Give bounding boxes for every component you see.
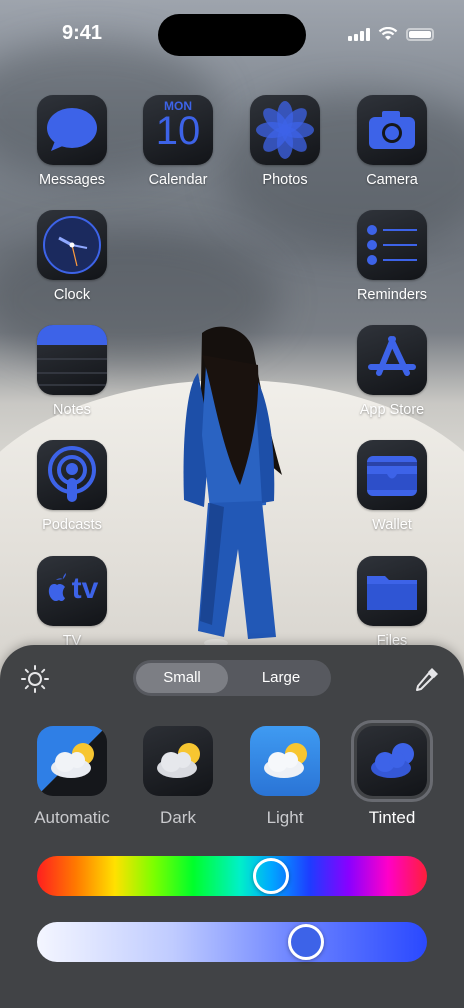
camera-icon <box>357 95 427 165</box>
variant-label: Automatic <box>34 808 110 827</box>
app-notes[interactable]: Notes <box>27 325 117 418</box>
app-tv[interactable]: tv TV <box>27 556 117 649</box>
app-label: Clock <box>53 287 91 303</box>
variant-tinted[interactable]: Tinted <box>342 726 442 828</box>
status-bar: 9:41 <box>0 0 464 64</box>
app-label: Reminders <box>356 287 428 303</box>
app-photos[interactable]: Photos <box>240 95 330 188</box>
variant-dark[interactable]: Dark <box>128 726 228 828</box>
app-camera[interactable]: Camera <box>347 95 437 188</box>
app-messages[interactable]: Messages <box>27 95 117 188</box>
app-podcasts[interactable]: Podcasts <box>27 440 117 533</box>
app-label: Calendar <box>148 172 208 188</box>
size-large-option[interactable]: Large <box>234 663 328 693</box>
calendar-date: 10 <box>155 109 201 153</box>
app-label: Messages <box>38 172 106 188</box>
app-label: Photos <box>262 172 308 188</box>
variant-automatic[interactable]: Automatic <box>22 726 122 828</box>
photos-icon <box>250 95 320 165</box>
variant-label: Dark <box>160 808 196 827</box>
app-label: Notes <box>53 402 91 418</box>
app-calendar[interactable]: MON 10 Calendar <box>133 95 223 188</box>
weather-dark-icon <box>143 726 213 796</box>
app-label: Camera <box>366 172 418 188</box>
saturation-slider[interactable] <box>37 922 427 962</box>
app-files[interactable]: Files <box>347 556 437 649</box>
clock-icon <box>37 210 107 280</box>
size-segmented-control: Small Large <box>133 660 331 696</box>
podcasts-icon <box>37 440 107 510</box>
size-small-option[interactable]: Small <box>136 663 228 693</box>
wallet-icon <box>357 440 427 510</box>
messages-icon <box>37 95 107 165</box>
notes-icon <box>37 325 107 395</box>
weather-light-icon <box>250 726 320 796</box>
status-time: 9:41 <box>62 22 103 44</box>
app-label: Podcasts <box>42 517 102 533</box>
files-icon <box>357 556 427 626</box>
app-reminders[interactable]: Reminders <box>347 210 437 303</box>
tv-icon: tv <box>37 556 107 626</box>
calendar-icon: MON 10 <box>143 95 213 165</box>
battery-icon <box>406 27 434 41</box>
wifi-icon <box>378 27 398 40</box>
hue-slider-thumb[interactable] <box>252 858 289 894</box>
app-clock[interactable]: Clock <box>27 210 117 303</box>
brightness-icon[interactable] <box>20 664 50 694</box>
app-app-store[interactable]: App Store <box>347 325 437 418</box>
cellular-signal-icon <box>348 27 370 41</box>
hue-slider[interactable] <box>37 856 427 896</box>
app-label: App Store <box>359 402 425 418</box>
saturation-slider-thumb[interactable] <box>288 924 325 960</box>
variant-light[interactable]: Light <box>235 726 335 828</box>
tv-glyph: tv <box>71 572 99 605</box>
weather-automatic-icon <box>37 726 107 796</box>
app-store-icon <box>357 325 427 395</box>
figure-illustration <box>183 326 282 647</box>
app-wallet[interactable]: Wallet <box>347 440 437 533</box>
app-label: Wallet <box>372 517 412 533</box>
weather-tinted-icon <box>357 726 427 796</box>
dynamic-island <box>158 14 306 56</box>
reminders-icon <box>357 210 427 280</box>
eyedropper-icon[interactable] <box>412 664 442 694</box>
variant-label: Light <box>266 808 304 827</box>
variant-label: Tinted <box>368 808 416 827</box>
